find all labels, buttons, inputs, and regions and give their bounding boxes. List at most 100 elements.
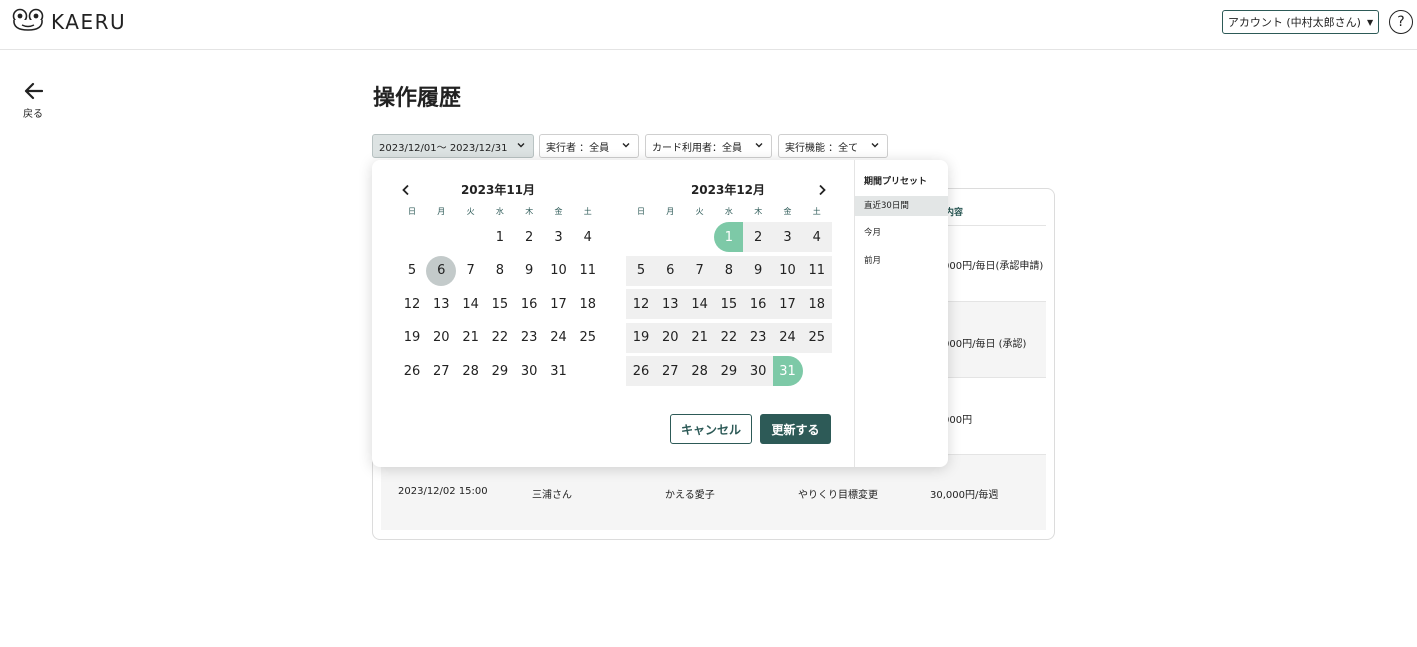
calendar-day[interactable]: 4 (573, 222, 603, 252)
right-month-title: 2023年12月 (690, 183, 766, 197)
update-button[interactable]: 更新する (760, 414, 831, 444)
calendar-day[interactable]: 6 (655, 255, 686, 286)
range-start-day[interactable]: 1 (713, 222, 744, 252)
today-day[interactable]: 6 (426, 255, 457, 286)
calendar-day[interactable]: 25 (801, 322, 832, 353)
calendar-day[interactable]: 10 (772, 255, 803, 286)
calendar-day[interactable]: 3 (544, 222, 574, 252)
function-cell: やりくり目標変更 (798, 490, 878, 501)
calendar-day[interactable]: 30 (514, 356, 544, 386)
calendar-day[interactable]: 9 (743, 255, 774, 286)
calendar-day[interactable]: 8 (713, 255, 744, 286)
preset-last-month[interactable]: 前月 (855, 251, 948, 271)
content-cell: 000円/毎日(承認申請) (943, 261, 1044, 272)
calendar-day[interactable]: 27 (426, 356, 456, 386)
calendar-day[interactable]: 12 (397, 289, 427, 319)
calendar-day[interactable]: 7 (684, 255, 715, 286)
chevron-down-icon (516, 140, 526, 153)
calendar-day[interactable]: 28 (684, 356, 715, 387)
calendar-day[interactable]: 15 (713, 289, 744, 320)
account-menu-button[interactable]: アカウント (中村太郎さん) ▼ (1222, 10, 1379, 34)
calendar-day[interactable]: 13 (655, 289, 686, 320)
calendar-day[interactable]: 11 (573, 256, 603, 286)
executor-label: 実行者 ：全員 (546, 142, 610, 154)
caret-down-icon: ▼ (1366, 17, 1374, 27)
page-title: 操作履歴 (373, 86, 462, 111)
calendar-day[interactable]: 19 (397, 323, 427, 353)
preset-last-30-days[interactable]: 直近30日間 (855, 196, 948, 216)
logo[interactable]: KAERU (11, 8, 126, 36)
weekday-label: 火 (466, 207, 475, 216)
preset-this-month[interactable]: 今月 (855, 223, 948, 243)
weekday-label: 木 (754, 207, 763, 216)
calendar-day[interactable]: 13 (426, 289, 456, 319)
calendar-day[interactable]: 29 (713, 356, 744, 387)
calendar-day[interactable]: 4 (801, 222, 832, 252)
range-end-day[interactable]: 31 (772, 356, 803, 387)
back-button[interactable]: 戻る (20, 82, 46, 120)
calendar-day[interactable]: 18 (573, 289, 603, 319)
calendar-day[interactable]: 11 (801, 255, 832, 286)
card-user-filter[interactable]: カード利用者：全員 (645, 134, 772, 158)
calendar-day[interactable]: 23 (514, 323, 544, 353)
calendar-day[interactable]: 18 (801, 289, 832, 320)
calendar-day[interactable]: 24 (772, 322, 803, 353)
calendar-day[interactable]: 14 (456, 289, 486, 319)
calendar-day[interactable]: 5 (626, 255, 656, 286)
chevron-down-icon (870, 140, 880, 153)
calendar-day[interactable]: 26 (626, 356, 656, 387)
cancel-button[interactable]: キャンセル (670, 414, 752, 444)
weekday-label: 火 (695, 207, 704, 216)
weekday-label: 金 (783, 207, 792, 216)
calendar-day[interactable]: 17 (544, 289, 574, 319)
calendar-day[interactable]: 5 (397, 256, 427, 286)
weekday-label: 水 (724, 207, 733, 216)
logo-text: KAERU (51, 10, 127, 34)
calendar-day[interactable]: 15 (485, 289, 515, 319)
calendar-day[interactable]: 22 (713, 322, 744, 353)
calendar-day[interactable]: 16 (514, 289, 544, 319)
calendar-day[interactable]: 25 (573, 323, 603, 353)
calendar-day[interactable]: 31 (544, 356, 574, 386)
calendar-day[interactable]: 2 (514, 222, 544, 252)
executor-filter[interactable]: 実行者 ：全員 (539, 134, 639, 158)
left-month-title: 2023年11月 (460, 183, 536, 197)
frog-logo-icon (11, 8, 45, 36)
account-label: アカウント (中村太郎さん) (1227, 16, 1361, 29)
calendar-day[interactable]: 9 (514, 256, 544, 286)
weekday-label: 土 (583, 207, 592, 216)
calendar-day[interactable]: 20 (426, 323, 456, 353)
calendar-day[interactable]: 10 (544, 256, 574, 286)
calendar-day[interactable]: 21 (684, 322, 715, 353)
calendar-day[interactable]: 3 (772, 222, 803, 252)
calendar-day[interactable]: 20 (655, 322, 686, 353)
function-filter[interactable]: 実行機能 ：全て (778, 134, 888, 158)
calendar-day[interactable]: 23 (743, 322, 774, 353)
executor-cell: 三浦さん (532, 490, 572, 501)
calendar-day[interactable]: 14 (684, 289, 715, 320)
calendar-day[interactable]: 19 (626, 322, 656, 353)
calendar-day[interactable]: 26 (397, 356, 427, 386)
preset-title: 期間プリセット (864, 177, 928, 187)
calendar-day[interactable]: 1 (485, 222, 515, 252)
help-icon[interactable]: ? (1389, 10, 1413, 34)
calendar-day[interactable]: 24 (544, 323, 574, 353)
calendar-day[interactable]: 8 (485, 256, 515, 286)
weekday-label: 日 (408, 207, 416, 216)
calendar-day[interactable]: 2 (743, 222, 774, 252)
calendar-day[interactable]: 28 (456, 356, 486, 386)
calendar-day[interactable]: 22 (485, 323, 515, 353)
calendar-day[interactable]: 21 (456, 323, 486, 353)
calendar-day[interactable]: 7 (456, 256, 486, 286)
calendar-day[interactable]: 16 (743, 289, 774, 320)
chevron-down-icon (621, 140, 631, 153)
calendar-day[interactable]: 17 (772, 289, 803, 320)
weekday-label: 日 (637, 207, 645, 216)
calendar-day[interactable]: 30 (743, 356, 774, 387)
calendar-day[interactable]: 29 (485, 356, 515, 386)
date-range-picker: 2023年11月 2023年12月 日月火水木金土 1 2 3 4 5 6 7 8 9 10 11 12… (372, 160, 948, 467)
calendar-day[interactable]: 12 (626, 289, 656, 320)
calendar-day[interactable]: 27 (655, 356, 686, 387)
content-cell: 30,000円/毎週 (930, 490, 999, 501)
date-range-filter[interactable]: 2023/12/01〜 2023/12/31 (372, 134, 534, 158)
